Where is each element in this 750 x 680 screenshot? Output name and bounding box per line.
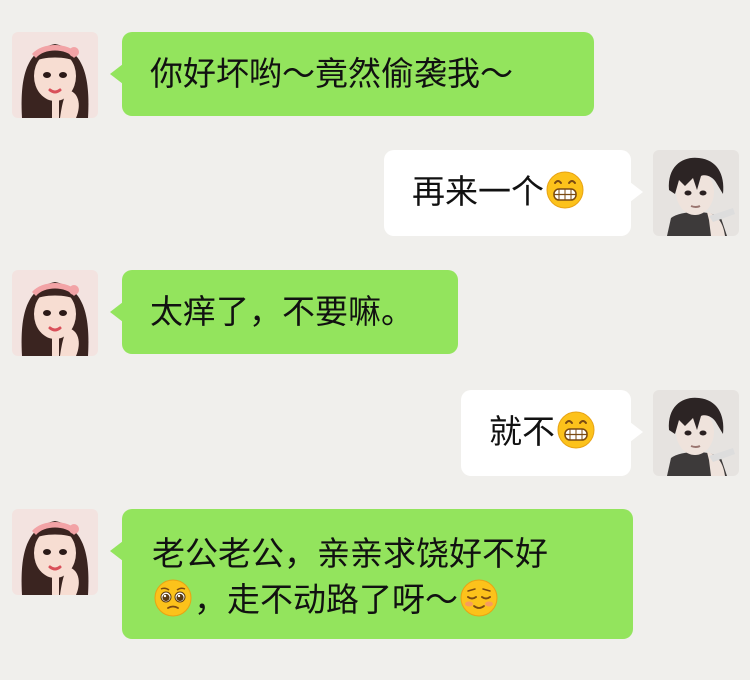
girl-avatar[interactable] <box>12 509 98 595</box>
pleading-face-emoji-icon <box>153 578 193 618</box>
message-text: ，走不动路了呀～ <box>194 580 458 619</box>
grinning-face-emoji-icon <box>556 410 596 450</box>
message-text-line: ，走不动路了呀～ <box>152 577 607 623</box>
message-bubble[interactable]: 你好坏哟～竟然偷袭我～ <box>110 32 594 116</box>
message-bubble[interactable]: 太痒了，不要嘛。 <box>110 270 458 354</box>
message-text: 太痒了，不要嘛。 <box>150 292 414 331</box>
message-text-line: 老公老公，亲亲求饶好不好 <box>152 534 548 573</box>
message-text: 就不 <box>489 412 555 451</box>
message-text: 再来一个 <box>412 172 544 211</box>
message-bubble[interactable]: 再来一个 <box>384 150 643 236</box>
boy-avatar[interactable] <box>653 150 739 236</box>
boy-avatar[interactable] <box>653 390 739 476</box>
girl-avatar[interactable] <box>12 32 98 118</box>
grinning-face-emoji-icon <box>545 170 585 210</box>
message-text: 你好坏哟～竟然偷袭我～ <box>150 54 513 93</box>
message-bubble[interactable]: 就不 <box>461 390 643 476</box>
girl-avatar[interactable] <box>12 270 98 356</box>
relieved-face-emoji-icon <box>459 578 499 618</box>
message-bubble[interactable]: 老公老公，亲亲求饶好不好 ，走不动路了呀～ <box>110 509 633 639</box>
